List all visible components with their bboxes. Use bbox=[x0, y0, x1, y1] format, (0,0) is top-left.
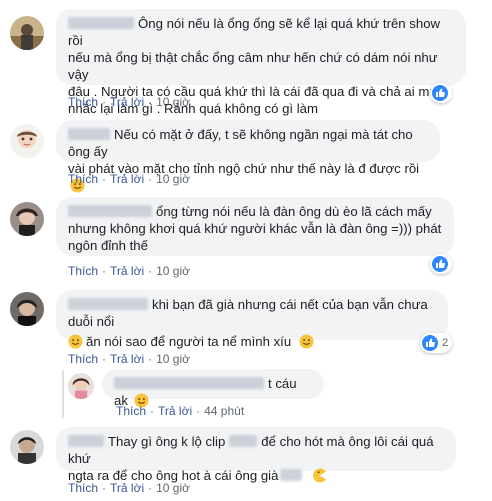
reply-link[interactable]: Trả lời bbox=[110, 172, 144, 186]
timestamp[interactable]: 10 giờ bbox=[156, 352, 190, 366]
reply-link[interactable]: Trả lời bbox=[158, 404, 192, 418]
comment-actions: Thích · Trả lời · 44 phút bbox=[116, 404, 245, 418]
reply-link[interactable]: Trả lời bbox=[110, 95, 144, 109]
commenter-name[interactable] bbox=[68, 205, 152, 217]
like-link[interactable]: Thích bbox=[68, 352, 98, 366]
comment-actions: Thích · Trả lời · 10 giờ bbox=[68, 481, 190, 495]
comment-bubble: Thay gì ông k lộ clip để cho hót mà ông l… bbox=[56, 427, 456, 483]
commenter-name[interactable] bbox=[68, 17, 134, 29]
timestamp[interactable]: 10 giờ bbox=[156, 264, 190, 278]
comment-bubble: Nếu có mặt ở đấy, t sẽ không ngần ngại m… bbox=[56, 120, 440, 193]
comment-actions: Thích · Trả lời · 10 giờ bbox=[68, 264, 190, 278]
comment-actions: Thích · Trả lời · 10 giờ bbox=[68, 352, 190, 366]
avatar[interactable] bbox=[10, 202, 44, 236]
like-icon bbox=[432, 85, 448, 101]
comment-bubble: t cáu ak bbox=[102, 369, 324, 408]
reaction-summary[interactable]: 2 bbox=[420, 333, 453, 353]
avatar[interactable] bbox=[10, 292, 44, 326]
comment-bubble: Ông nói nếu là ổng ổng sẽ kể lại quá khứ… bbox=[56, 9, 466, 116]
like-icon bbox=[422, 335, 438, 351]
reply-link[interactable]: Trả lời bbox=[110, 264, 144, 278]
commenter-name[interactable] bbox=[68, 128, 110, 140]
comment-bubble: khi bạn đã già nhưng cái nết của bạn vẫn… bbox=[56, 290, 448, 349]
avatar[interactable] bbox=[10, 16, 44, 50]
like-link[interactable]: Thích bbox=[68, 95, 98, 109]
reply-link[interactable]: Trả lời bbox=[110, 352, 144, 366]
pacman-emoji-icon bbox=[313, 468, 327, 483]
like-link[interactable]: Thích bbox=[116, 404, 146, 418]
comment-text-line: ổng từng nói nếu là đàn ông dù èo lã các… bbox=[156, 204, 432, 219]
timestamp[interactable]: 10 giờ bbox=[156, 481, 190, 495]
commenter-name[interactable] bbox=[114, 377, 264, 389]
avatar[interactable] bbox=[68, 373, 94, 399]
reaction-summary[interactable] bbox=[430, 254, 452, 274]
comment-actions: Thích · Trả lời · 10 giờ bbox=[68, 172, 190, 186]
reply-thread-line bbox=[62, 370, 64, 418]
like-link[interactable]: Thích bbox=[68, 481, 98, 495]
comment-actions: Thích · Trả lời · 10 giờ bbox=[68, 95, 190, 109]
comment-bubble: ổng từng nói nếu là đàn ông dù èo lã các… bbox=[56, 197, 454, 256]
avatar[interactable] bbox=[10, 430, 44, 464]
comment-text-line: Thay gì ông k lộ clip bbox=[108, 434, 226, 449]
reaction-summary[interactable] bbox=[430, 83, 452, 103]
comment-text-line: ngôn đỉnh thế bbox=[68, 238, 148, 253]
commenter-name[interactable] bbox=[68, 298, 148, 310]
smile-emoji-icon bbox=[68, 334, 83, 349]
avatar[interactable] bbox=[10, 124, 44, 158]
like-link[interactable]: Thích bbox=[68, 264, 98, 278]
like-icon bbox=[432, 256, 448, 272]
commenter-name[interactable] bbox=[68, 435, 104, 447]
reaction-count: 2 bbox=[442, 337, 449, 349]
comment-text-line: Nếu có mặt ở đấy, t sẽ không ngần ngại m… bbox=[68, 127, 413, 159]
blurred-text bbox=[280, 469, 303, 481]
comment-text-line: nhưng không khơi quá khứ người khác vẫn … bbox=[68, 221, 442, 236]
timestamp[interactable]: 10 giờ bbox=[156, 95, 190, 109]
timestamp[interactable]: 10 giờ bbox=[156, 172, 190, 186]
comment-text-line: nếu mà ổng bị thật chắc ổng câm như hến … bbox=[68, 50, 438, 82]
smile-emoji-icon bbox=[299, 334, 314, 349]
blurred-text bbox=[229, 435, 258, 447]
reply-link[interactable]: Trả lời bbox=[110, 481, 144, 495]
comment-text-line: ăn nói sao để người ta nể mình xíu bbox=[86, 334, 292, 349]
like-link[interactable]: Thích bbox=[68, 172, 98, 186]
timestamp[interactable]: 44 phút bbox=[204, 404, 244, 418]
